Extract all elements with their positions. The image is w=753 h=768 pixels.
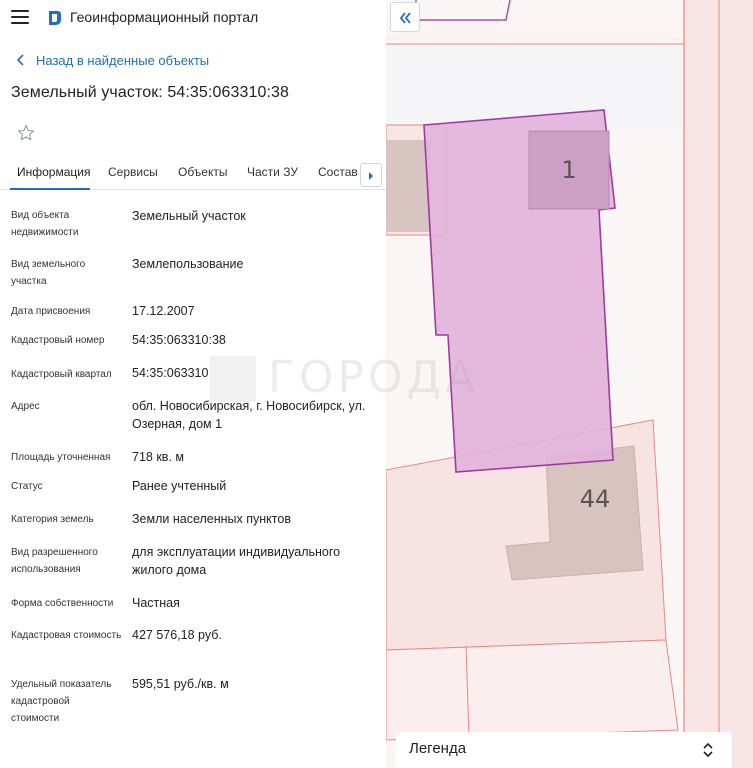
- double-chevron-left-icon: [399, 12, 411, 24]
- field-label: Вид разрешенного использования: [11, 547, 98, 575]
- chevron-up-down-icon[interactable]: [702, 741, 714, 759]
- map-parcel-outline-top: [415, 0, 511, 21]
- legend-title: Легенда: [409, 740, 467, 757]
- tab-bar: Информация Сервисы Объекты Части ЗУ Сост…: [0, 158, 386, 190]
- chevron-left-icon: [16, 54, 24, 66]
- tabs-next-button[interactable]: [360, 163, 382, 187]
- field-value: для эксплуатации индивидуального жилого …: [132, 545, 341, 577]
- tab-services[interactable]: Сервисы: [108, 165, 158, 179]
- active-tab-indicator: [10, 188, 90, 190]
- cadastral-map[interactable]: 1 44: [386, 0, 753, 768]
- field-value: Ранее учтенный: [132, 479, 227, 493]
- map-canvas: 1 44: [386, 0, 753, 768]
- star-outline-icon[interactable]: [17, 124, 35, 142]
- tab-information[interactable]: Информация: [17, 165, 90, 179]
- portal-logo-icon: [49, 11, 61, 25]
- map-building: [386, 140, 431, 232]
- field-value: 17.12.2007: [132, 304, 195, 318]
- tab-objects[interactable]: Объекты: [178, 165, 228, 179]
- field-value: 718 кв. м: [132, 450, 184, 464]
- field-value: 427 576,18 руб.: [132, 628, 222, 642]
- map-parcel-top: [386, 18, 686, 44]
- legend-panel[interactable]: Легенда: [396, 732, 732, 768]
- hamburger-icon[interactable]: [11, 10, 29, 24]
- building-number-label: 44: [580, 485, 611, 513]
- app-header: Геоинформационный портал: [0, 0, 386, 36]
- field-label: Кадастровая стоимость: [11, 630, 122, 641]
- field-value: обл. Новосибирская, г. Новосибирск, ул. …: [132, 399, 366, 431]
- collapse-panel-button[interactable]: [390, 2, 420, 32]
- back-link-label: Назад в найденные объекты: [36, 52, 210, 68]
- tab-parcel-parts[interactable]: Части ЗУ: [247, 165, 298, 179]
- field-label: Форма собственности: [11, 598, 114, 609]
- field-label: Дата присвоения: [11, 306, 91, 317]
- object-info-panel: Геоинформационный портал Назад в найденн…: [0, 0, 386, 768]
- field-label: Вид земельного участка: [11, 259, 86, 287]
- field-value: 54:35:063310: [132, 366, 209, 380]
- field-value: Земли населенных пунктов: [132, 512, 291, 526]
- field-value: Землепользование: [132, 257, 244, 271]
- building-number-label: 1: [561, 156, 576, 184]
- field-label: Кадастровый номер: [11, 335, 105, 346]
- field-label: Статус: [11, 481, 43, 492]
- map-parcel-bottom: [386, 639, 679, 741]
- field-label: Адрес: [11, 401, 40, 412]
- field-label: Категория земель: [11, 514, 94, 525]
- tab-composition[interactable]: Состав: [318, 165, 358, 179]
- back-to-results-link[interactable]: Назад в найденные объекты: [13, 52, 209, 68]
- field-label: Площадь уточненная: [11, 452, 111, 463]
- field-label: Кадастровый квартал: [11, 369, 112, 380]
- field-label: Удельный показатель кадастровой стоимост…: [11, 679, 112, 724]
- field-value: 595,51 руб./кв. м: [132, 677, 229, 691]
- field-value: Земельный участок: [132, 209, 246, 223]
- field-label: Вид объекта недвижимости: [11, 210, 79, 238]
- chevron-right-icon: [369, 172, 373, 180]
- field-value: 54:35:063310:38: [132, 333, 226, 347]
- page-title: Земельный участок: 54:35:063310:38: [11, 84, 290, 101]
- app-title: Геоинформационный портал: [70, 9, 259, 25]
- field-value: Частная: [132, 596, 180, 610]
